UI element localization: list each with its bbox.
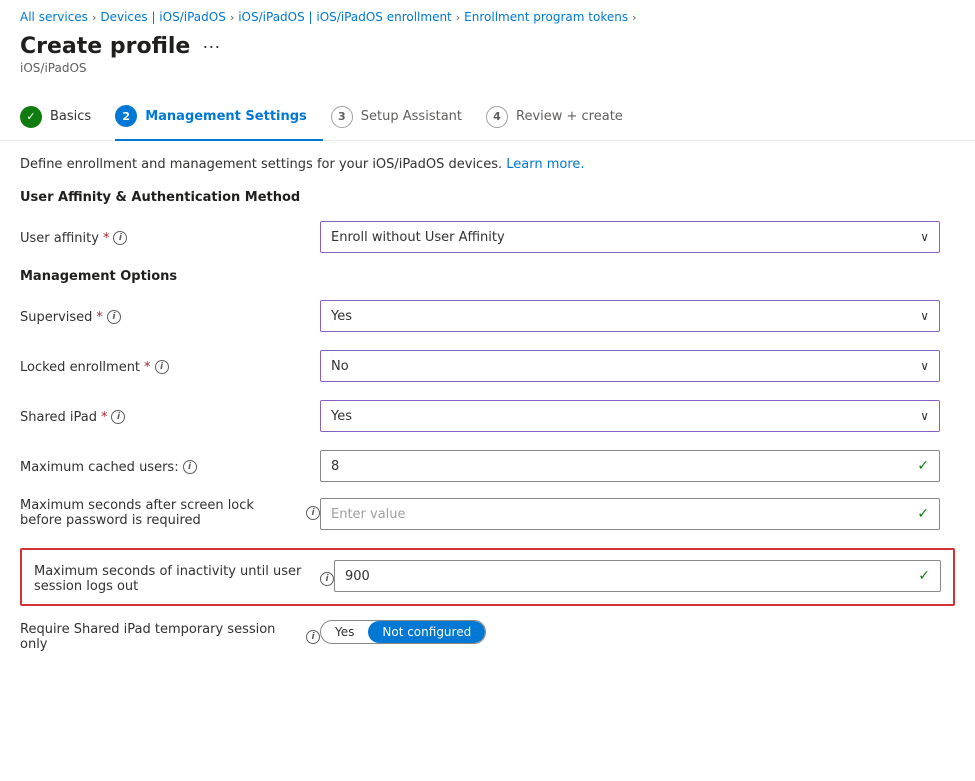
section-management-title: Management Options xyxy=(20,269,955,284)
shared-ipad-select[interactable]: Yes ∨ xyxy=(320,400,940,432)
user-affinity-label: User affinity * i xyxy=(20,229,320,246)
max-cached-users-label: Maximum cached users: i xyxy=(20,458,320,475)
step-basics[interactable]: ✓ Basics xyxy=(20,96,107,140)
learn-more-link[interactable]: Learn more. xyxy=(506,157,584,172)
chevron-down-icon: ∨ xyxy=(920,230,929,244)
more-options-button[interactable]: ··· xyxy=(198,34,224,59)
step-4-circle: 4 xyxy=(486,106,508,128)
temp-session-control: Yes Not configured xyxy=(320,620,940,644)
temp-session-label: Require Shared iPad temporary session on… xyxy=(20,620,320,652)
supervised-label: Supervised * i xyxy=(20,308,320,325)
breadcrumb: All services › Devices | iOS/iPadOS › iO… xyxy=(0,0,975,30)
main-content: Define enrollment and management setting… xyxy=(0,157,975,690)
user-affinity-info-icon[interactable]: i xyxy=(113,231,127,245)
screen-lock-info-icon[interactable]: i xyxy=(306,506,320,520)
step-management-settings[interactable]: 2 Management Settings xyxy=(115,95,323,141)
step-3-circle: 3 xyxy=(331,106,353,128)
screen-lock-value: Enter value xyxy=(331,507,406,522)
supervised-row: Supervised * i Yes ∨ xyxy=(20,298,955,334)
breadcrumb-all-services[interactable]: All services xyxy=(20,10,88,24)
breadcrumb-sep-4: › xyxy=(632,11,636,24)
shared-ipad-control: Yes ∨ xyxy=(320,400,940,432)
temp-session-not-configured-button[interactable]: Not configured xyxy=(368,621,485,643)
temp-session-info-icon[interactable]: i xyxy=(306,630,320,644)
step-2-circle: 2 xyxy=(115,105,137,127)
breadcrumb-enrollment-tokens[interactable]: Enrollment program tokens xyxy=(464,10,628,24)
user-affinity-select[interactable]: Enroll without User Affinity ∨ xyxy=(320,221,940,253)
shared-ipad-row: Shared iPad * i Yes ∨ xyxy=(20,398,955,434)
required-indicator-supervised: * xyxy=(96,310,103,325)
max-cached-users-input[interactable]: 8 ✓ xyxy=(320,450,940,482)
user-affinity-value: Enroll without User Affinity xyxy=(331,230,505,245)
page-header: Create profile ··· iOS/iPadOS xyxy=(0,30,975,81)
inactivity-label: Maximum seconds of inactivity until user… xyxy=(34,560,334,594)
user-affinity-control: Enroll without User Affinity ∨ xyxy=(320,221,940,253)
screen-lock-input[interactable]: Enter value ✓ xyxy=(320,498,940,530)
screen-lock-control: Enter value ✓ xyxy=(320,498,940,530)
inactivity-highlighted-row: Maximum seconds of inactivity until user… xyxy=(20,548,955,606)
step-setup-assistant[interactable]: 3 Setup Assistant xyxy=(331,96,478,140)
chevron-down-icon-3: ∨ xyxy=(920,359,929,373)
chevron-down-icon-4: ∨ xyxy=(920,409,929,423)
step-3-label: Setup Assistant xyxy=(361,109,462,124)
shared-ipad-label: Shared iPad * i xyxy=(20,408,320,425)
breadcrumb-sep-1: › xyxy=(92,11,96,24)
check-icon-cached: ✓ xyxy=(917,458,929,474)
step-1-label: Basics xyxy=(50,109,91,124)
breadcrumb-devices-ios[interactable]: Devices | iOS/iPadOS xyxy=(100,10,225,24)
step-1-circle: ✓ xyxy=(20,106,42,128)
step-4-label: Review + create xyxy=(516,109,623,124)
inactivity-info-icon[interactable]: i xyxy=(320,572,334,586)
step-2-label: Management Settings xyxy=(145,109,307,124)
locked-enrollment-value: No xyxy=(331,359,349,374)
screen-lock-label: Maximum seconds after screen lock before… xyxy=(20,498,320,528)
supervised-value: Yes xyxy=(331,309,352,324)
description-text: Define enrollment and management setting… xyxy=(20,157,955,172)
page-subtitle: iOS/iPadOS xyxy=(20,61,955,75)
section-user-affinity-title: User Affinity & Authentication Method xyxy=(20,190,955,205)
inactivity-control: 900 ✓ xyxy=(334,560,941,592)
breadcrumb-sep-3: › xyxy=(456,11,460,24)
locked-enrollment-select[interactable]: No ∨ xyxy=(320,350,940,382)
supervised-control: Yes ∨ xyxy=(320,300,940,332)
locked-enrollment-control: No ∨ xyxy=(320,350,940,382)
max-cached-users-row: Maximum cached users: i 8 ✓ xyxy=(20,448,955,484)
breadcrumb-ios-enrollment[interactable]: iOS/iPadOS | iOS/iPadOS enrollment xyxy=(238,10,452,24)
max-cached-users-value: 8 xyxy=(331,459,339,474)
check-icon-screen-lock: ✓ xyxy=(917,506,929,522)
inactivity-input[interactable]: 900 ✓ xyxy=(334,560,941,592)
locked-enrollment-info-icon[interactable]: i xyxy=(155,360,169,374)
supervised-select[interactable]: Yes ∨ xyxy=(320,300,940,332)
required-indicator-shared: * xyxy=(101,410,108,425)
shared-ipad-info-icon[interactable]: i xyxy=(111,410,125,424)
locked-enrollment-row: Locked enrollment * i No ∨ xyxy=(20,348,955,384)
step-review-create[interactable]: 4 Review + create xyxy=(486,96,639,140)
locked-enrollment-label: Locked enrollment * i xyxy=(20,358,320,375)
max-cached-users-control: 8 ✓ xyxy=(320,450,940,482)
steps-bar: ✓ Basics 2 Management Settings 3 Setup A… xyxy=(0,81,975,141)
check-icon-inactivity: ✓ xyxy=(918,568,930,584)
supervised-info-icon[interactable]: i xyxy=(107,310,121,324)
temp-session-yes-button[interactable]: Yes xyxy=(321,621,368,643)
page-title: Create profile xyxy=(20,34,190,59)
required-indicator-locked: * xyxy=(144,360,151,375)
breadcrumb-sep-2: › xyxy=(230,11,234,24)
max-cached-info-icon[interactable]: i xyxy=(183,460,197,474)
temp-session-row: Require Shared iPad temporary session on… xyxy=(20,620,955,656)
required-indicator: * xyxy=(103,231,110,246)
inactivity-value: 900 xyxy=(345,569,370,584)
temp-session-toggle-group: Yes Not configured xyxy=(320,620,486,644)
chevron-down-icon-2: ∨ xyxy=(920,309,929,323)
screen-lock-row: Maximum seconds after screen lock before… xyxy=(20,498,955,534)
shared-ipad-value: Yes xyxy=(331,409,352,424)
user-affinity-row: User affinity * i Enroll without User Af… xyxy=(20,219,955,255)
